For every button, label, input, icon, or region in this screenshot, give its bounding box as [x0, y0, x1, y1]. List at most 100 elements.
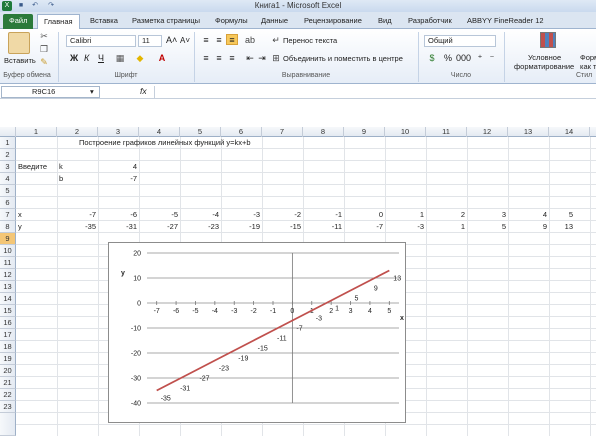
x-value-cell[interactable]: 3 — [467, 209, 506, 221]
tab-insert[interactable]: Вставка — [84, 14, 124, 29]
formula-input[interactable] — [154, 86, 595, 98]
align-bottom-icon[interactable]: ≡ — [226, 34, 238, 45]
wrap-text-icon[interactable]: ↵ — [270, 35, 282, 46]
format-as-table-label-1[interactable]: Форм — [580, 53, 596, 62]
borders-icon[interactable]: ▦ — [114, 53, 126, 64]
row-header[interactable]: 22 — [0, 389, 16, 401]
x-value-cell[interactable]: 5 — [549, 209, 573, 221]
y-value-cell[interactable]: -35 — [57, 221, 96, 233]
font-name-select[interactable]: Calibri — [66, 35, 136, 47]
b-label-cell[interactable]: b — [59, 173, 63, 185]
column-header[interactable]: 1 — [16, 127, 57, 137]
row-header[interactable]: 3 — [0, 161, 16, 173]
merge-center-button[interactable]: Объединить и поместить в центре — [283, 54, 403, 63]
row-header[interactable]: 16 — [0, 317, 16, 329]
number-format-select[interactable]: Общий — [424, 35, 496, 47]
row-header[interactable]: 12 — [0, 269, 16, 281]
row-header[interactable]: 18 — [0, 341, 16, 353]
x-value-cell[interactable]: -3 — [221, 209, 260, 221]
y-value-cell[interactable]: 9 — [508, 221, 547, 233]
font-color-icon[interactable]: A — [156, 53, 168, 64]
y-label-cell[interactable]: y — [18, 221, 22, 233]
conditional-formatting-label-1[interactable]: Условное — [528, 53, 561, 62]
merge-center-icon[interactable]: ⊞ — [270, 53, 282, 64]
row-header[interactable]: 17 — [0, 329, 16, 341]
x-value-cell[interactable]: -6 — [98, 209, 137, 221]
name-box[interactable]: R9C16 — [1, 86, 100, 98]
row-header[interactable]: 23 — [0, 401, 16, 413]
conditional-formatting-icon[interactable] — [540, 32, 556, 48]
y-value-cell[interactable]: -23 — [180, 221, 219, 233]
copy-icon[interactable]: ❐ — [38, 44, 50, 55]
align-left-icon[interactable]: ≡ — [200, 53, 212, 64]
row-header[interactable]: 19 — [0, 353, 16, 365]
name-box-dropdown-icon[interactable]: ▾ — [90, 87, 94, 96]
tab-formulas[interactable]: Формулы — [209, 14, 254, 29]
k-value-cell[interactable]: 4 — [98, 161, 137, 173]
row-header[interactable]: 11 — [0, 257, 16, 269]
conditional-formatting-label-2[interactable]: форматирование — [514, 62, 574, 71]
column-header[interactable]: 9 — [344, 127, 385, 137]
x-value-cell[interactable]: 1 — [385, 209, 424, 221]
comma-format-icon[interactable]: 000 — [456, 53, 471, 64]
input-label-cell[interactable]: Введите — [18, 161, 47, 173]
wrap-text-button[interactable]: Перенос текста — [283, 36, 337, 45]
column-header[interactable]: 12 — [467, 127, 508, 137]
orientation-icon[interactable]: ab — [244, 35, 256, 46]
x-value-cell[interactable]: 0 — [344, 209, 383, 221]
x-label-cell[interactable]: x — [18, 209, 22, 221]
row-header-selected[interactable]: 9 — [0, 233, 16, 245]
column-header[interactable]: 3 — [98, 127, 139, 137]
line-chart[interactable]: 20100-10-20-30-40y-7 -6 -5 -4 -3 -2 -1 0 1 2 3 4 5x-… — [109, 243, 405, 422]
align-right-icon[interactable]: ≡ — [226, 53, 238, 64]
column-header[interactable]: 7 — [262, 127, 303, 137]
row-header[interactable]: 13 — [0, 281, 16, 293]
tab-home[interactable]: Главная — [37, 14, 80, 30]
column-header[interactable]: 13 — [508, 127, 549, 137]
paste-button[interactable]: Вставить — [4, 56, 36, 65]
y-value-cell[interactable]: -15 — [262, 221, 301, 233]
row-header[interactable]: 2 — [0, 149, 16, 161]
y-value-cell[interactable]: -19 — [221, 221, 260, 233]
y-value-cell[interactable]: 13 — [549, 221, 573, 233]
shrink-font-icon[interactable]: A˅ — [180, 36, 190, 45]
tab-page-layout[interactable]: Разметка страницы — [126, 14, 206, 29]
column-header[interactable]: 14 — [549, 127, 590, 137]
align-top-icon[interactable]: ≡ — [200, 35, 212, 46]
column-header[interactable]: 6 — [221, 127, 262, 137]
cut-icon[interactable]: ✂ — [38, 31, 50, 42]
insert-function-button[interactable]: fx — [140, 86, 147, 96]
row-header[interactable]: 14 — [0, 293, 16, 305]
x-value-cell[interactable]: -2 — [262, 209, 301, 221]
y-value-cell[interactable]: -11 — [303, 221, 342, 233]
bold-button[interactable]: Ж — [70, 53, 78, 63]
row-header[interactable]: 8 — [0, 221, 16, 233]
sheet-heading-cell[interactable]: Построение графиков линейных функций y=k… — [79, 137, 251, 149]
row-header[interactable]: 4 — [0, 173, 16, 185]
x-value-cell[interactable]: -4 — [180, 209, 219, 221]
row-header[interactable]: 21 — [0, 377, 16, 389]
y-value-cell[interactable]: -27 — [139, 221, 178, 233]
percent-format-icon[interactable]: % — [442, 53, 454, 64]
column-header[interactable]: 5 — [180, 127, 221, 137]
row-header[interactable] — [0, 413, 16, 436]
italic-button[interactable]: К — [84, 53, 89, 63]
column-header[interactable]: 2 — [57, 127, 98, 137]
y-value-cell[interactable]: 1 — [426, 221, 465, 233]
column-header[interactable]: 11 — [426, 127, 467, 137]
tab-review[interactable]: Рецензирование — [298, 14, 368, 29]
x-value-cell[interactable]: 2 — [426, 209, 465, 221]
tab-view[interactable]: Вид — [372, 14, 398, 29]
paste-icon[interactable] — [8, 32, 30, 54]
increase-indent-icon[interactable]: ⇥ — [256, 53, 268, 64]
font-size-select[interactable]: 11 — [138, 35, 162, 47]
y-value-cell[interactable]: -31 — [98, 221, 137, 233]
k-label-cell[interactable]: k — [59, 161, 63, 173]
y-value-cell[interactable]: 5 — [467, 221, 506, 233]
tab-file[interactable]: Файл — [3, 14, 34, 29]
b-value-cell[interactable]: -7 — [98, 173, 137, 185]
tab-developer[interactable]: Разработчик — [402, 14, 458, 29]
tab-abbyy[interactable]: ABBYY FineReader 12 — [461, 14, 550, 29]
column-header[interactable]: 8 — [303, 127, 344, 137]
row-header[interactable]: 1 — [0, 137, 16, 149]
